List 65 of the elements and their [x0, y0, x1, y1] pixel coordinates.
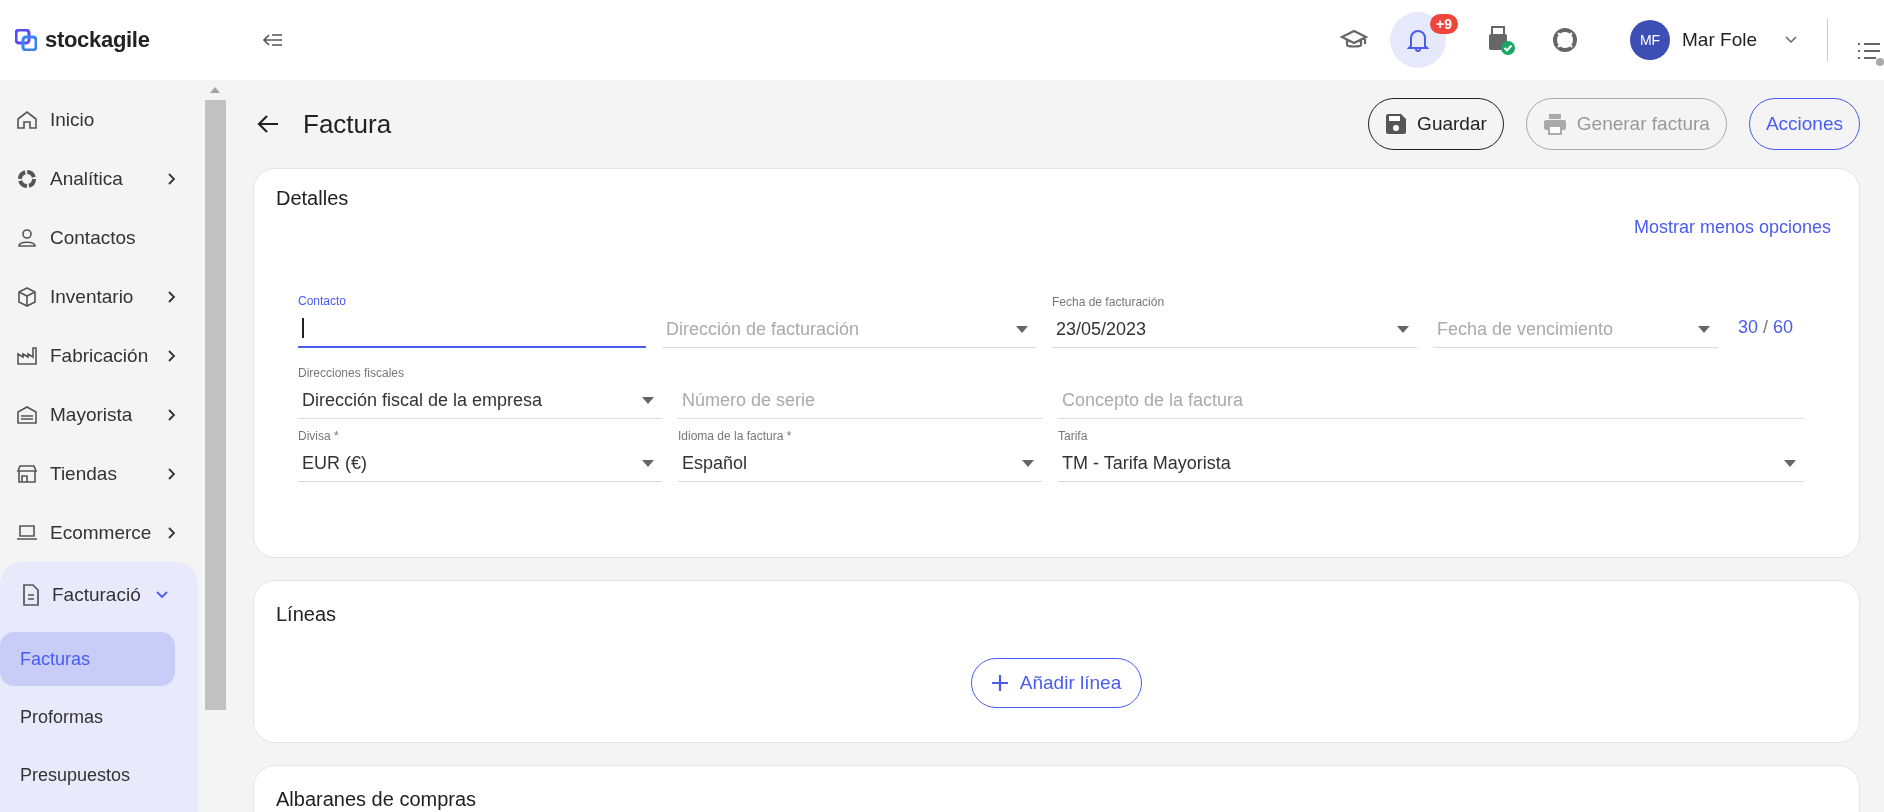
sidebar-item[interactable]: Ecommerce	[0, 503, 200, 562]
sidebar-item[interactable]: Mayorista	[0, 385, 200, 444]
chevron-right-icon	[168, 467, 176, 480]
sidebar-item[interactable]: Analítica	[0, 149, 200, 208]
logo-text: stockagile	[45, 27, 150, 53]
laptop-icon	[16, 522, 38, 543]
select-field[interactable]: Direcciones fiscales Dirección fiscal de la empresa	[298, 366, 662, 419]
notification-count-badge: +9	[1430, 14, 1459, 34]
select-field[interactable]: Divisa * EUR (€)	[298, 429, 662, 482]
sidebar-item[interactable]: Inicio	[0, 90, 200, 149]
show-fewer-options-link[interactable]: Mostrar menos opciones	[1633, 217, 1831, 238]
dropdown-caret-icon[interactable]	[1016, 325, 1028, 333]
dropdown-caret-icon[interactable]	[1397, 325, 1409, 333]
dropdown-caret-icon[interactable]	[642, 459, 654, 467]
sidebar-item[interactable]: Contactos	[0, 208, 200, 267]
sidebar-item[interactable]: Facturació	[0, 570, 198, 620]
due-days-link[interactable]: 60	[1773, 317, 1794, 337]
graduation-cap-icon[interactable]	[1340, 29, 1369, 51]
printer-status-icon[interactable]	[1486, 25, 1517, 55]
sidebar-subitem[interactable]: Proformas	[0, 690, 175, 744]
scrollbar-thumb[interactable]	[204, 100, 226, 710]
chevron-right-icon	[168, 526, 176, 539]
add-line-button[interactable]: Añadir línea	[970, 658, 1143, 708]
user-name[interactable]: Mar Fole	[1682, 29, 1757, 51]
sidebar-item[interactable]: Fabricación	[0, 326, 200, 385]
factory-icon	[16, 345, 38, 366]
store-icon	[16, 463, 38, 484]
separator-text: /	[1763, 317, 1769, 337]
section-title: Líneas	[276, 603, 338, 626]
select-field[interactable]: Tarifa TM - Tarifa Mayorista	[1058, 429, 1804, 482]
sidebar-subitem[interactable]: Presupuestos	[0, 748, 175, 802]
chevron-right-icon	[168, 290, 176, 303]
bell-icon	[1407, 28, 1430, 52]
due-days-link[interactable]: 30	[1738, 317, 1759, 337]
input-field[interactable]: Contacto	[298, 294, 646, 348]
dropdown-caret-icon[interactable]	[1022, 459, 1034, 467]
collapse-menu-icon[interactable]	[263, 33, 283, 47]
logo-icon	[15, 29, 37, 51]
printer-icon	[1542, 113, 1567, 135]
chevron-down-icon	[156, 591, 168, 599]
section-title: Detalles	[276, 187, 349, 210]
pie-chart-icon	[16, 168, 38, 189]
chevron-down-icon[interactable]	[1785, 36, 1797, 44]
chevron-right-icon	[168, 172, 176, 185]
back-arrow-icon[interactable]	[257, 115, 279, 133]
sidebar-item[interactable]: Inventario	[0, 267, 200, 326]
plus-icon	[991, 675, 1008, 691]
dropdown-caret-icon[interactable]	[1784, 459, 1796, 467]
person-icon	[16, 227, 38, 248]
warehouse-icon	[16, 404, 38, 425]
chevron-right-icon	[168, 408, 176, 421]
select-field[interactable]: Idioma de la factura * Español	[678, 429, 1042, 482]
dropdown-caret-icon[interactable]	[642, 396, 654, 404]
sidebar-item[interactable]: Tiendas	[0, 444, 200, 503]
select-field[interactable]: Fecha de facturación 23/05/2023	[1052, 295, 1417, 348]
help-lifebuoy-icon[interactable]	[1552, 27, 1579, 53]
home-icon	[16, 109, 38, 130]
task-list-icon[interactable]	[1856, 40, 1884, 66]
document-icon	[22, 584, 40, 606]
dropdown-caret-icon[interactable]	[1698, 325, 1710, 333]
box-icon	[16, 286, 38, 307]
section-title: Albaranes de compras	[276, 788, 478, 811]
chevron-right-icon	[168, 349, 176, 362]
user-avatar[interactable]: MF	[1630, 20, 1671, 60]
page-title: Factura	[303, 108, 392, 140]
